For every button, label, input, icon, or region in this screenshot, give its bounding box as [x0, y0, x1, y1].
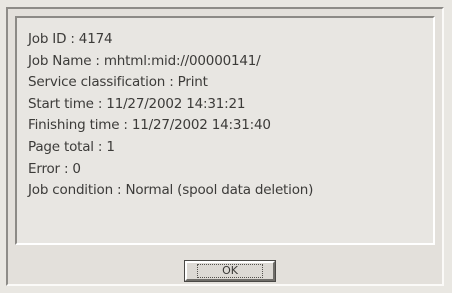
job-info-panel: Job ID : 4174 Job Name : mhtml:mid://000… [15, 16, 435, 245]
service-classification-line: Service classification : Print [28, 74, 208, 91]
error-line: Error : 0 [28, 160, 81, 177]
job-id-line: Job ID : 4174 [28, 31, 113, 47]
job-name-line: Job Name : mhtml:mid://00000141/ [28, 52, 261, 69]
ok-button[interactable]: OK [185, 261, 275, 281]
finishing-time-line: Finishing time : 11/27/2002 14:31:40 [28, 117, 271, 134]
job-info-list: Job ID : 4174 Job Name : mhtml:mid://000… [28, 29, 313, 202]
start-time-line: Start time : 11/27/2002 14:31:21 [28, 95, 246, 112]
job-condition-line: Job condition : Normal (spool data delet… [28, 182, 314, 199]
job-info-dialog: Job ID : 4174 Job Name : mhtml:mid://000… [6, 7, 444, 286]
ok-button-label: OK [197, 264, 263, 278]
page-total-line: Page total : 1 [28, 138, 115, 155]
